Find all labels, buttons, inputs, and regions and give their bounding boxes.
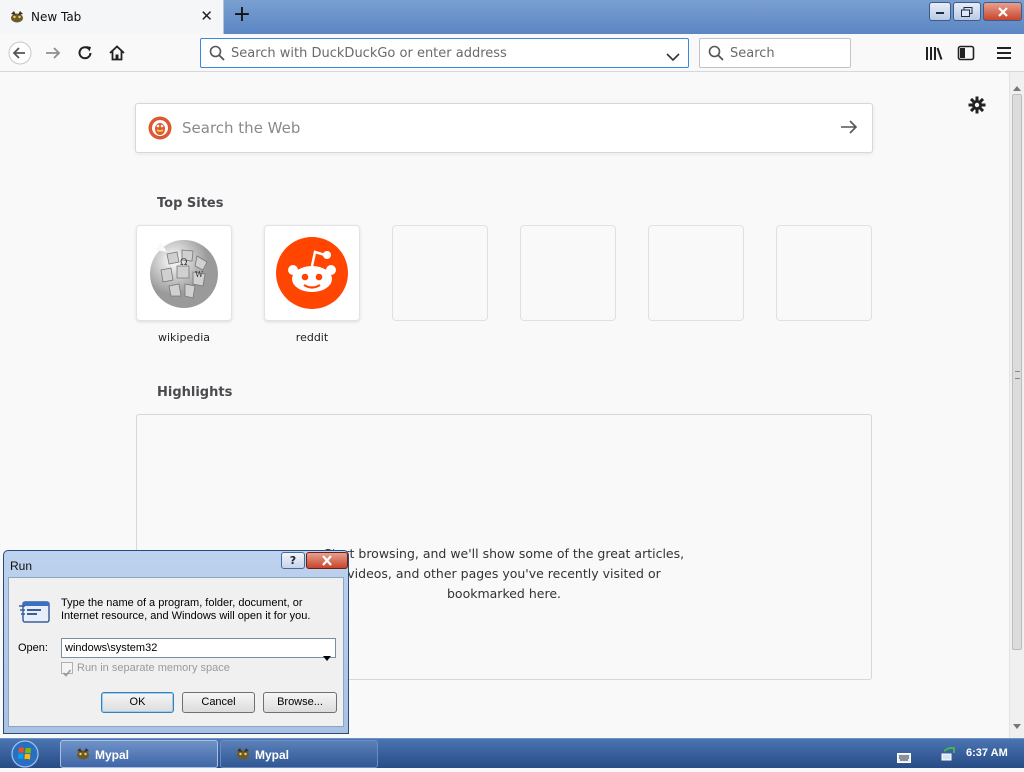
top-site-tile-reddit[interactable] (264, 225, 360, 321)
taskbar-item-mypal[interactable]: Mypal (220, 740, 378, 768)
top-site-tile-wikipedia[interactable]: Ω W (136, 225, 232, 321)
top-sites-heading: Top Sites (157, 196, 224, 211)
run-description: Type the name of a program, folder, docu… (61, 597, 311, 622)
top-site-tile-empty[interactable] (776, 225, 872, 321)
menu-icon[interactable] (991, 40, 1017, 66)
top-site-tile-empty[interactable] (392, 225, 488, 321)
start-button[interactable] (8, 740, 42, 768)
close-icon[interactable] (983, 2, 1022, 21)
minimize-icon[interactable] (929, 2, 951, 21)
run-program-icon (19, 598, 51, 630)
svg-text:Ω: Ω (180, 258, 187, 268)
arrow-right-icon[interactable] (40, 40, 66, 66)
web-search-input[interactable] (182, 116, 802, 140)
run-dialog-title: Run (10, 559, 33, 573)
tab-title: New Tab (31, 10, 82, 24)
web-search-box[interactable] (135, 103, 873, 153)
url-bar[interactable] (200, 38, 689, 68)
nav-toolbar (0, 34, 1024, 72)
duckduckgo-icon (148, 116, 172, 144)
open-input[interactable] (65, 640, 315, 656)
ok-button[interactable]: OK (101, 692, 174, 713)
scroll-up-icon[interactable] (1013, 76, 1021, 95)
run-dialog-body: Type the name of a program, folder, docu… (8, 577, 344, 727)
chevron-down-icon[interactable] (323, 646, 331, 665)
top-site-tile-empty[interactable] (520, 225, 616, 321)
home-icon[interactable] (104, 40, 130, 66)
separate-memory-checkbox[interactable] (61, 662, 73, 677)
reddit-alien-icon (276, 237, 348, 313)
open-label: Open: (18, 642, 48, 654)
top-site-label-wikipedia[interactable]: wikipedia (136, 331, 232, 344)
run-dialog: Run ? Type the name of a program, folder… (3, 550, 349, 734)
scroll-down-icon[interactable] (1013, 715, 1021, 734)
wikipedia-globe-icon: Ω W (147, 236, 221, 314)
clock[interactable]: 6:37 AM (966, 747, 1008, 759)
search-icon (708, 45, 724, 65)
top-site-label-reddit[interactable]: reddit (264, 331, 360, 344)
library-icon[interactable] (921, 40, 947, 66)
keyboard-icon[interactable] (897, 748, 911, 767)
search-input[interactable] (730, 42, 840, 64)
tab-new-tab[interactable]: New Tab ✕ (0, 0, 224, 34)
search-icon (209, 45, 225, 65)
mypal-icon (9, 9, 25, 25)
top-site-tile-empty[interactable] (648, 225, 744, 321)
sidebar-icon[interactable] (953, 40, 979, 66)
close-tab-icon[interactable]: ✕ (200, 8, 213, 24)
taskbar-item-label: Mypal (95, 748, 130, 762)
highlights-heading: Highlights (157, 385, 233, 400)
help-button[interactable]: ? (281, 552, 305, 569)
browse-button[interactable]: Browse... (263, 692, 337, 713)
scrollbar-thumb[interactable] (1012, 94, 1022, 650)
reload-icon[interactable] (72, 40, 98, 66)
taskbar-item-label: Mypal (255, 748, 290, 762)
taskbar-item-mypal[interactable]: Mypal (60, 740, 218, 768)
vertical-scrollbar[interactable] (1009, 72, 1024, 738)
svg-text:W: W (195, 270, 204, 279)
arrow-left-icon[interactable] (7, 40, 33, 66)
restore-icon[interactable] (953, 2, 981, 21)
mypal-icon (75, 746, 91, 762)
close-icon[interactable] (306, 552, 348, 569)
mypal-icon (235, 746, 251, 762)
taskbar: Mypal Mypal 6:37 AM (0, 738, 1024, 768)
arrow-right-icon[interactable] (840, 119, 858, 139)
cancel-button[interactable]: Cancel (182, 692, 255, 713)
url-input[interactable] (231, 42, 651, 64)
chevron-down-icon[interactable] (666, 47, 680, 66)
separate-memory-label: Run in separate memory space (77, 662, 230, 674)
browser-titlebar: New Tab ✕ + (0, 0, 1024, 34)
open-combobox[interactable] (61, 638, 336, 661)
network-icon[interactable] (940, 745, 958, 767)
plus-icon[interactable]: + (230, 4, 254, 28)
search-bar[interactable] (699, 38, 851, 68)
gear-icon[interactable] (966, 94, 988, 116)
